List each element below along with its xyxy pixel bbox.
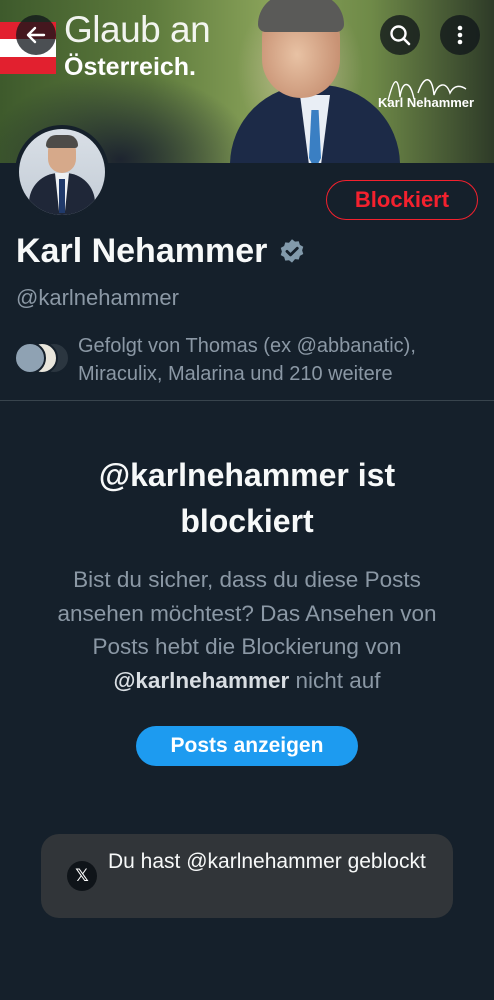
avatar-photo <box>19 129 105 215</box>
followed-by-row[interactable]: Gefolgt von Thomas (ex @abbanatic), Mira… <box>14 332 484 388</box>
search-icon <box>390 25 411 46</box>
verified-badge-icon[interactable] <box>277 237 307 267</box>
banner-signature: Karl Nehammer <box>378 79 474 110</box>
profile-name: Karl Nehammer <box>16 232 268 270</box>
banner-subtitle: Österreich. <box>64 53 197 81</box>
toast-notification: 𝕏 Du hast @karlnehammer geblockt <box>41 834 453 918</box>
follower-avatar <box>14 342 46 374</box>
show-posts-button[interactable]: Posts anzeigen <box>136 726 358 766</box>
back-arrow-icon <box>26 26 46 44</box>
profile-avatar[interactable] <box>15 125 109 219</box>
blocked-notice-title: @karlnehammer ist blockiert <box>98 457 396 539</box>
blocked-notice-body-suffix: nicht auf <box>289 667 381 693</box>
follower-avatars <box>14 342 78 378</box>
avatar-tie <box>59 179 65 213</box>
banner-hair <box>258 0 344 32</box>
blocked-notice-handle: @karlnehammer <box>113 667 290 693</box>
avatar-hair <box>46 135 78 148</box>
toast-message: Du hast @karlnehammer geblockt <box>108 850 426 873</box>
profile-handle: @karlnehammer <box>16 285 179 310</box>
signature-scrawl <box>387 79 467 102</box>
x-logo-icon: 𝕏 <box>67 861 97 891</box>
banner-title: Glaub an <box>64 9 211 50</box>
blocked-button[interactable]: Blockiert <box>326 180 478 220</box>
more-options-button[interactable] <box>440 15 480 55</box>
blocked-notice-body: Bist du sicher, dass du diese Posts anse… <box>32 563 462 697</box>
blocked-notice-body-text: Bist du sicher, dass du diese Posts anse… <box>57 567 437 659</box>
divider <box>0 400 494 401</box>
more-vertical-icon <box>457 25 463 45</box>
search-button[interactable] <box>380 15 420 55</box>
back-button[interactable] <box>16 15 56 55</box>
profile-name-row: Karl Nehammer <box>16 232 307 271</box>
followed-by-text: Gefolgt von Thomas (ex @abbanatic), Mira… <box>78 335 416 385</box>
